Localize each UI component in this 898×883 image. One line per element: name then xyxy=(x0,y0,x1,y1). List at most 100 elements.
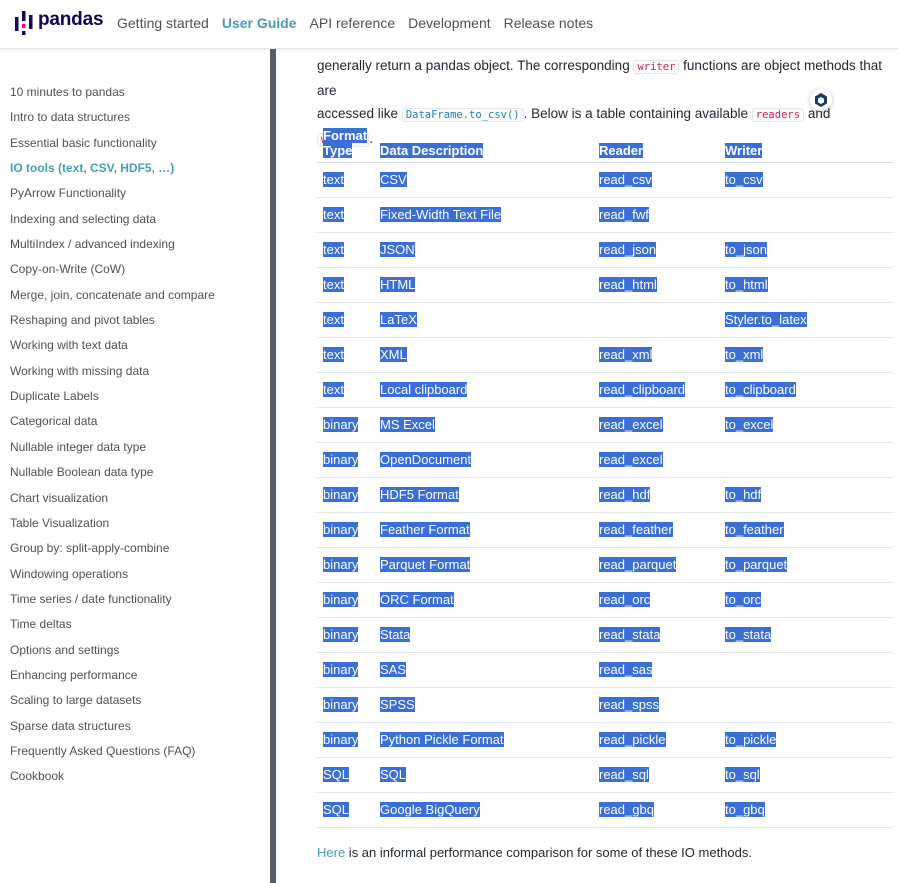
performance-note: Here is an informal performance comparis… xyxy=(317,845,752,860)
sidebar-item[interactable]: Enhancing performance xyxy=(10,667,215,692)
nav-link-development[interactable]: Development xyxy=(408,15,491,31)
cell-writer[interactable]: Styler.to_latex xyxy=(725,312,807,327)
cell-reader[interactable]: read_orc xyxy=(599,592,651,607)
table-cell: binary xyxy=(317,442,374,478)
table-cell xyxy=(719,652,893,688)
table-body: text CSV read_csv to_csv text Fixed-Width Tex… xyxy=(317,162,893,828)
sidebar-item[interactable]: Time deltas xyxy=(10,616,215,641)
sidebar-item[interactable]: Options and settings xyxy=(10,642,215,667)
cell-reader[interactable]: read_sql xyxy=(599,767,649,782)
sidebar-item[interactable]: 10 minutes to pandas xyxy=(10,84,215,109)
sidebar-item[interactable]: Cookbook xyxy=(10,768,215,793)
sidebar-item[interactable]: Nullable integer data type xyxy=(10,439,215,464)
table-cell: read_sql xyxy=(593,757,719,793)
logo-text[interactable]: pandas xyxy=(38,9,104,31)
cell-writer[interactable]: to_csv xyxy=(725,172,763,187)
cell-format-type: binary xyxy=(323,522,359,537)
table-cell: read_hdf xyxy=(593,477,719,513)
table-row: binary Python Pickle Format read_pickle to_… xyxy=(317,722,893,758)
sidebar-item[interactable]: Sparse data structures xyxy=(10,718,215,743)
cell-writer[interactable]: to_feather xyxy=(725,522,784,537)
cell-writer[interactable]: to_pickle xyxy=(725,732,777,747)
cell-data-description: SPSS xyxy=(380,697,415,712)
table-cell: OpenDocument xyxy=(374,442,593,478)
cell-data-description: HDF5 Format xyxy=(380,487,459,502)
sidebar-item[interactable]: MultiIndex / advanced indexing xyxy=(10,236,215,261)
cell-reader[interactable]: read_gbq xyxy=(599,802,654,817)
sidebar-item[interactable]: Windowing operations xyxy=(10,566,215,591)
sidebar-item[interactable]: Frequently Asked Questions (FAQ) xyxy=(10,743,215,768)
sidebar-item[interactable]: Working with missing data xyxy=(10,363,215,388)
table-cell: read_pickle xyxy=(593,722,719,758)
sidebar-item[interactable]: Time series / date functionality xyxy=(10,591,215,616)
table-cell: binary xyxy=(317,512,374,548)
table-row: binary ORC Format read_orc to_orc xyxy=(317,582,893,618)
table-cell: read_xml xyxy=(593,337,719,373)
cell-writer[interactable]: to_clipboard xyxy=(725,382,796,397)
cell-reader[interactable]: read_spss xyxy=(599,697,659,712)
table-cell: read_stata xyxy=(593,617,719,653)
cell-reader[interactable]: read_excel xyxy=(599,452,663,467)
table-cell: to_csv xyxy=(719,162,893,198)
sidebar-item[interactable]: Nullable Boolean data type xyxy=(10,464,215,489)
table-row: text CSV read_csv to_csv xyxy=(317,162,893,198)
cell-writer[interactable]: to_stata xyxy=(725,627,772,642)
sidebar-item[interactable]: Scaling to large datasets xyxy=(10,692,215,717)
table-cell: SQL xyxy=(317,757,374,793)
cell-reader[interactable]: read_pickle xyxy=(599,732,666,747)
sidebar-item[interactable]: Duplicate Labels xyxy=(10,388,215,413)
here-link[interactable]: Here xyxy=(317,845,345,860)
sidebar-item[interactable]: Table Visualization xyxy=(10,515,215,540)
sidebar-item[interactable]: Categorical data xyxy=(10,413,215,438)
sidebar-item[interactable]: Reshaping and pivot tables xyxy=(10,312,215,337)
table-cell: binary xyxy=(317,547,374,583)
pandas-logo-icon[interactable] xyxy=(14,10,34,36)
table-cell: binary xyxy=(317,617,374,653)
sidebar-item[interactable]: IO tools (text, CSV, HDF5, …) xyxy=(10,160,215,185)
cell-writer[interactable]: to_json xyxy=(725,242,767,257)
cell-reader[interactable]: read_fwf xyxy=(599,207,649,222)
sidebar-item[interactable]: Group by: split-apply-combine xyxy=(10,540,215,565)
sidebar-item[interactable]: PyArrow Functionality xyxy=(10,185,215,210)
cell-data-description: CSV xyxy=(380,172,407,187)
cell-reader[interactable]: read_excel xyxy=(599,417,663,432)
table-cell: read_orc xyxy=(593,582,719,618)
sidebar-item[interactable]: Merge, join, concatenate and compare xyxy=(10,287,215,312)
table-cell: to_xml xyxy=(719,337,893,373)
cell-reader[interactable]: read_sas xyxy=(599,662,653,677)
nav-link-api-reference[interactable]: API reference xyxy=(310,15,396,31)
cell-reader[interactable]: read_html xyxy=(599,277,657,292)
table-row: SQL SQL read_sql to_sql xyxy=(317,757,893,793)
copy-hex-icon[interactable] xyxy=(810,89,832,111)
cell-reader[interactable]: read_csv xyxy=(599,172,652,187)
cell-writer[interactable]: to_xml xyxy=(725,347,764,362)
cell-writer[interactable]: to_parquet xyxy=(725,557,788,572)
sidebar-item[interactable]: Indexing and selecting data xyxy=(10,211,215,236)
nav-link-getting-started[interactable]: Getting started xyxy=(117,15,209,31)
cell-reader[interactable]: read_json xyxy=(599,242,657,257)
sidebar-item[interactable]: Essential basic functionality xyxy=(10,135,215,160)
cell-writer[interactable]: to_orc xyxy=(725,592,762,607)
cell-data-description: Google BigQuery xyxy=(380,802,480,817)
cell-reader[interactable]: read_clipboard xyxy=(599,382,686,397)
nav-link-user-guide[interactable]: User Guide xyxy=(222,15,297,31)
sidebar-item[interactable]: Chart visualization xyxy=(10,490,215,515)
sidebar-item[interactable]: Working with text data xyxy=(10,337,215,362)
cell-writer[interactable]: to_hdf xyxy=(725,487,762,502)
cell-reader[interactable]: read_hdf xyxy=(599,487,651,502)
sidebar-item[interactable]: Intro to data structures xyxy=(10,109,215,134)
cell-reader[interactable]: read_feather xyxy=(599,522,673,537)
table-cell: read_json xyxy=(593,232,719,268)
sidebar-item[interactable]: Copy-on-Write (CoW) xyxy=(10,261,215,286)
cell-format-type: text xyxy=(323,382,344,397)
cell-writer[interactable]: to_html xyxy=(725,277,768,292)
cell-writer[interactable]: to_gbq xyxy=(725,802,765,817)
cell-reader[interactable]: read_stata xyxy=(599,627,661,642)
cell-reader[interactable]: read_xml xyxy=(599,347,653,362)
cell-writer[interactable]: to_sql xyxy=(725,767,760,782)
cell-data-description: SAS xyxy=(380,662,407,677)
table-cell: binary xyxy=(317,722,374,758)
nav-link-release-notes[interactable]: Release notes xyxy=(504,15,594,31)
cell-writer[interactable]: to_excel xyxy=(725,417,774,432)
cell-reader[interactable]: read_parquet xyxy=(599,557,677,572)
